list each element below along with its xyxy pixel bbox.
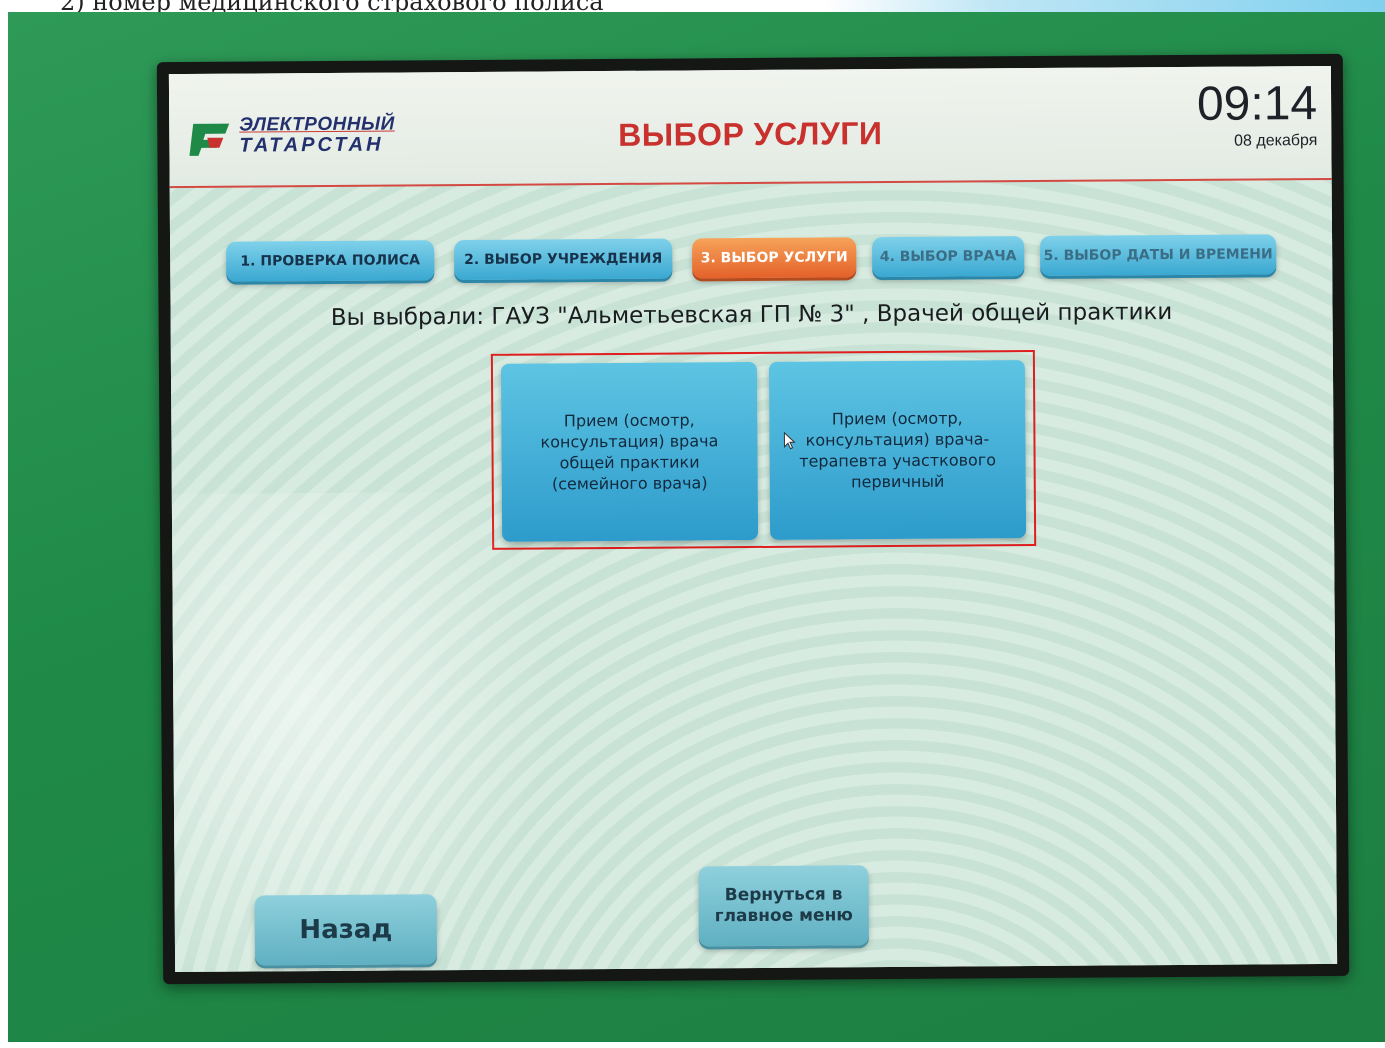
- main-menu-button[interactable]: Вернуться в главное меню: [698, 865, 869, 947]
- step-progress: 1. ПРОВЕРКА ПОЛИСА 2. ВЫБОР УЧРЕЖДЕНИЯ 3…: [226, 224, 1286, 291]
- step-choose-service[interactable]: 3. ВЫБОР УСЛУГИ: [692, 237, 857, 279]
- service-general-practitioner-button[interactable]: Прием (осмотр, консультация) врача общей…: [500, 361, 759, 542]
- page-title: ВЫБОР УСЛУГИ: [618, 115, 883, 153]
- service-district-therapist-button[interactable]: Прием (осмотр, консультация) врача-терап…: [768, 360, 1027, 540]
- decorative-strip: [825, 0, 1385, 12]
- selection-summary: Вы выбрали: ГАУЗ "Альметьевская ГП № 3" …: [330, 299, 1173, 331]
- kiosk-screen: ЭЛЕКТРОННЫЙ ТАТАРСТАН ВЫБОР УСЛУГИ 09:14…: [168, 65, 1338, 973]
- step-check-policy[interactable]: 1. ПРОВЕРКА ПОЛИСА: [226, 240, 435, 282]
- clock: 09:14 08 декабря: [1196, 77, 1318, 151]
- mouse-cursor-icon: [783, 431, 796, 450]
- service-options-highlight: Прием (осмотр, консультация) врача общей…: [490, 350, 1037, 550]
- step-choose-doctor[interactable]: 4. ВЫБОР ВРАЧА: [872, 236, 1025, 278]
- step-choose-date-time[interactable]: 5. ВЫБОР ДАТЫ И ВРЕМЕНИ: [1040, 234, 1277, 276]
- clock-time: 09:14: [1196, 77, 1318, 131]
- kiosk-body: ЭЛЕКТРОННЫЙ ТАТАРСТАН ВЫБОР УСЛУГИ 09:14…: [8, 12, 1385, 1042]
- back-button[interactable]: Назад: [254, 894, 438, 966]
- header-bar: ЭЛЕКТРОННЫЙ ТАТАРСТАН ВЫБОР УСЛУГИ 09:14…: [168, 65, 1332, 189]
- step-choose-institution[interactable]: 2. ВЫБОР УЧРЕЖДЕНИЯ: [454, 238, 673, 281]
- clock-date: 08 декабря: [1234, 132, 1318, 150]
- screen-bezel: ЭЛЕКТРОННЫЙ ТАТАРСТАН ВЫБОР УСЛУГИ 09:14…: [156, 53, 1350, 985]
